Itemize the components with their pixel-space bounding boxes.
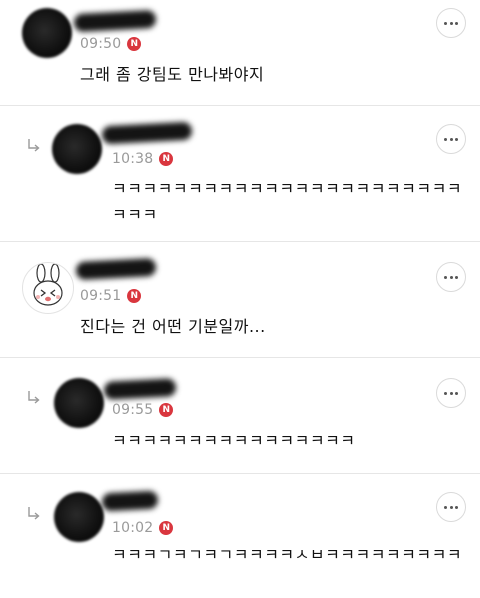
bunny-avatar-icon (33, 263, 63, 306)
more-options-icon (444, 391, 447, 395)
new-badge: N (127, 289, 142, 303)
reply-item: 10:02 N ㅋㅋㅋㄱㅋㄱㅋㄱㅋㅋㅋㅋㅅㅂㅋㅋㅋㅋㅋㅋㅋㅋㅋ (0, 474, 480, 598)
reply-arrow-icon (28, 507, 40, 520)
new-badge: N (159, 521, 174, 535)
comment-text: ㅋㅋㅋㅋㅋㅋㅋㅋㅋㅋㅋㅋㅋㅋㅋㅋ (112, 431, 356, 450)
more-options-button[interactable] (436, 492, 466, 522)
reply-item: 10:38 N ㅋㅋㅋㅋㅋㅋㅋㅋㅋㅋㅋㅋㅋㅋㅋㅋㅋㅋㅋㅋㅋㅋㅋㅋㅋㅋ (0, 106, 480, 242)
author-name-redacted (75, 257, 157, 281)
comment-meta: 10:38 N (112, 151, 174, 167)
more-options-button[interactable] (436, 124, 466, 154)
more-options-icon (444, 275, 447, 279)
comment-text: 진다는 건 어떤 기분일까... (80, 317, 266, 336)
comment-meta: 10:02 N (112, 520, 174, 536)
comment-item: 09:50 N 그래 좀 강팀도 만나봐야지 (0, 0, 480, 106)
reply-arrow-icon (28, 391, 40, 404)
new-badge: N (159, 152, 174, 166)
avatar[interactable] (22, 8, 72, 58)
avatar[interactable] (54, 378, 104, 428)
comment-text: 그래 좀 강팀도 만나봐야지 (80, 65, 265, 84)
more-options-button[interactable] (436, 378, 466, 408)
timestamp: 09:55 (112, 402, 154, 418)
more-options-icon (444, 137, 447, 141)
author-name-redacted (101, 490, 159, 512)
timestamp: 09:50 (80, 36, 122, 52)
author-name-redacted (73, 9, 157, 33)
author-name-redacted (101, 121, 193, 145)
timestamp: 10:02 (112, 520, 154, 536)
reply-item: 09:55 N ㅋㅋㅋㅋㅋㅋㅋㅋㅋㅋㅋㅋㅋㅋㅋㅋ (0, 358, 480, 474)
comment-meta: 09:55 N (112, 402, 174, 418)
more-options-icon (444, 21, 447, 25)
comment-text: ㅋㅋㅋㅋㅋㅋㅋㅋㅋㅋㅋㅋㅋㅋㅋㅋㅋㅋㅋㅋㅋㅋㅋㅋㅋㅋ (112, 179, 463, 224)
author-name-redacted (103, 378, 177, 400)
more-options-button[interactable] (436, 262, 466, 292)
new-badge: N (127, 37, 142, 51)
new-badge: N (159, 403, 174, 417)
avatar[interactable] (52, 124, 102, 174)
comment-meta: 09:50 N (80, 36, 142, 52)
more-options-icon (444, 505, 447, 509)
more-options-button[interactable] (436, 8, 466, 38)
comment-meta: 09:51 N (80, 288, 142, 304)
reply-arrow-icon (28, 139, 40, 152)
timestamp: 09:51 (80, 288, 122, 304)
comment-item: 09:51 N 진다는 건 어떤 기분일까... (0, 242, 480, 358)
timestamp: 10:38 (112, 151, 154, 167)
avatar[interactable] (54, 492, 104, 542)
comment-text: ㅋㅋㅋㄱㅋㄱㅋㄱㅋㅋㅋㅋㅅㅂㅋㅋㅋㅋㅋㅋㅋㅋㅋ (112, 545, 463, 564)
comment-feed: 09:50 N 그래 좀 강팀도 만나봐야지 10:38 N ㅋㅋㅋㅋㅋㅋㅋㅋㅋ… (0, 0, 480, 598)
avatar[interactable] (22, 262, 74, 314)
